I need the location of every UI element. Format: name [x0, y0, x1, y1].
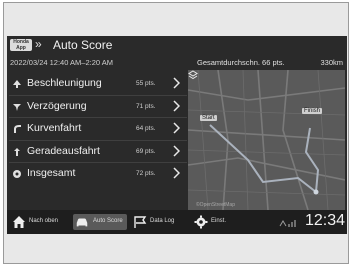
home-icon [13, 216, 25, 228]
chevron-right-icon [173, 99, 180, 112]
car-icon [76, 218, 88, 227]
score-label: Verzögerung [27, 99, 87, 112]
score-label: Kurvenfahrt [27, 122, 82, 134]
flag-icon [134, 216, 147, 228]
overall-icon [13, 170, 21, 178]
nav-home-label: Nach oben [29, 218, 59, 224]
chevron-right-icon [173, 144, 180, 157]
map-finish-label: Finish [302, 108, 323, 114]
straight-driving-icon [14, 147, 20, 156]
score-list: Beschleunigung 55 pts. Verzögerung 71 pt… [9, 73, 187, 186]
average-score: Gesamtdurchschn. 66 pts. [197, 58, 285, 67]
score-row-cornering[interactable]: Kurvenfahrt 64 pts. [9, 118, 187, 141]
score-points: 69 pts. [136, 147, 156, 155]
score-points: 64 pts. [136, 125, 156, 132]
score-label: Insgesamt [27, 167, 76, 179]
clock: 12:34 [304, 212, 345, 229]
chevron-right-icon [173, 122, 180, 134]
score-row-deceleration[interactable]: Verzögerung 71 pts. [9, 96, 187, 118]
score-row-overall[interactable]: Insgesamt 72 pts. [9, 163, 187, 186]
page-title: Auto Score [53, 38, 113, 52]
chevron-right-icon [173, 167, 180, 179]
score-row-acceleration[interactable]: Beschleunigung 55 pts. [9, 73, 187, 96]
score-label: Geradeausfahrt [27, 144, 100, 157]
chevron-right-icon [173, 77, 180, 89]
cornering-icon [14, 125, 21, 133]
route-map[interactable]: Start Finish ©OpenStreetMap [188, 70, 345, 210]
map-start-label: Start [200, 115, 217, 121]
nav-datalog-label: Data Log [150, 218, 175, 224]
acceleration-icon [13, 80, 21, 88]
trip-datetime: 2022/03/24 12:40 AM–2:20 AM [10, 58, 113, 67]
score-points: 72 pts. [136, 170, 156, 177]
map-graphic [188, 70, 345, 210]
map-watermark: ©OpenStreetMap [196, 202, 235, 208]
breadcrumb-chevron-icon: » [35, 37, 42, 51]
app-logo[interactable]: Honda App [10, 39, 32, 51]
bottom-nav-bar: Nach oben Auto Score Data Log Einst. 12:… [7, 210, 347, 234]
header: Honda App » Auto Score [7, 36, 347, 54]
layers-icon[interactable] [188, 70, 198, 80]
score-row-straight[interactable]: Geradeausfahrt 69 pts. [9, 141, 187, 163]
nav-settings-label: Einst. [211, 218, 227, 224]
gear-icon [194, 215, 208, 229]
nav-autoscore-label: Auto Score [93, 218, 123, 224]
deceleration-icon [13, 103, 21, 111]
status-icons [279, 220, 296, 227]
nav-autoscore-button[interactable]: Auto Score [73, 214, 127, 230]
trip-distance: 330km [320, 58, 343, 67]
score-points: 55 pts. [136, 80, 156, 87]
score-points: 71 pts. [136, 102, 156, 110]
infotainment-screen: Honda App » Auto Score 2022/03/24 12:40 … [7, 36, 347, 234]
score-label: Beschleunigung [27, 77, 102, 89]
